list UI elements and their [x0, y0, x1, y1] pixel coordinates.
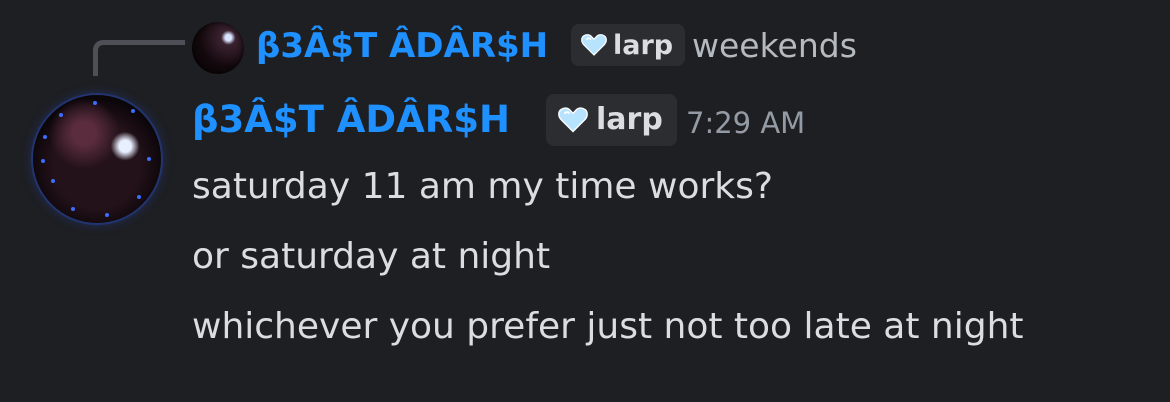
reply-connector: [93, 40, 185, 76]
tag-label: larp: [596, 102, 663, 137]
timestamp[interactable]: 7:29 AM: [686, 101, 805, 145]
author-name[interactable]: β3Â$T ÂDÂR$H: [192, 95, 510, 145]
message-line: saturday 11 am my time works?: [192, 166, 773, 207]
message-line: whichever you prefer just not too late a…: [192, 306, 1024, 347]
reply-author-name[interactable]: β3Â$T ÂDÂR$H: [256, 23, 548, 69]
server-tag[interactable]: larp: [546, 94, 677, 146]
reply-avatar[interactable]: [192, 22, 244, 74]
reply-server-tag[interactable]: larp: [571, 24, 686, 66]
reply-preview-text[interactable]: weekends: [692, 23, 857, 69]
heart-icon: [581, 34, 607, 56]
message-line: or saturday at night: [192, 236, 551, 277]
avatar[interactable]: [33, 95, 161, 223]
reply-tag-label: larp: [613, 29, 674, 61]
heart-icon: [558, 107, 588, 133]
